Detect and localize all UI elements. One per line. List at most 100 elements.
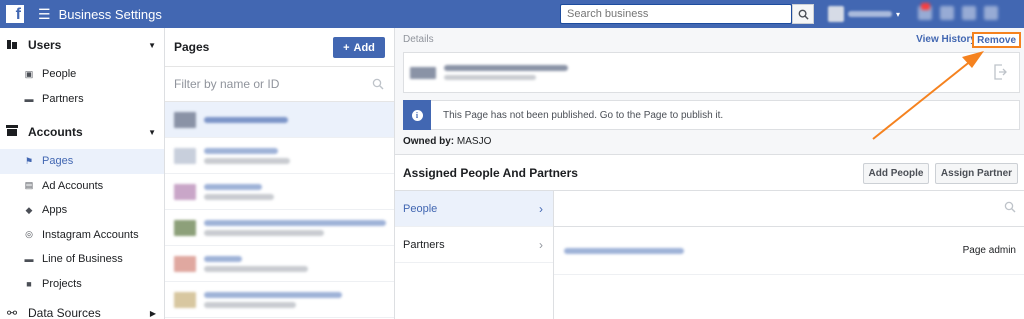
assigned-person-row[interactable]: Page admin (554, 227, 1024, 275)
facebook-logo-icon[interactable]: f (6, 5, 24, 23)
pages-header: Pages + Add (165, 28, 394, 66)
sidebar-item-label: Partners (42, 92, 84, 105)
person-card-icon: ▣ (24, 68, 34, 79)
sidebar-section-label: Accounts (28, 125, 83, 139)
plus-icon: + (343, 41, 350, 54)
sidebar-item-partners[interactable]: ▬ Partners (0, 87, 164, 112)
users-icon (6, 38, 18, 53)
search-icon (798, 9, 809, 20)
owned-by: Owned by: MASJO (403, 136, 491, 147)
tab-label: People (403, 202, 438, 215)
unpublished-notice: i This Page has not been published. Go t… (403, 100, 1020, 130)
sidebar-section-label: Users (28, 38, 62, 52)
assigned-people-section: Assigned People And Partners Add People … (395, 154, 1024, 319)
sidebar-item-line-of-business[interactable]: ▬ Line of Business (0, 247, 164, 272)
sidebar-item-projects[interactable]: ■ Projects (0, 272, 164, 297)
search-icon (1004, 201, 1016, 213)
page-list-item[interactable] (165, 282, 394, 318)
filter-pages-input[interactable]: Filter by name or ID (165, 66, 394, 102)
sidebar-item-label: Apps (42, 204, 68, 217)
tab-label: Partners (403, 238, 445, 251)
page-name-redacted (204, 291, 342, 308)
sidebar-item-apps[interactable]: ◆ Apps (0, 198, 164, 223)
redacted-text (204, 183, 262, 190)
search-business-input[interactable] (560, 4, 792, 24)
line-of-business-icon: ▬ (24, 254, 34, 265)
page-name-redacted (204, 219, 386, 236)
info-icon: i (411, 109, 423, 121)
search-people-input[interactable] (554, 191, 1024, 227)
redacted-text (204, 301, 296, 308)
redacted-text (204, 219, 386, 226)
page-thumbnail (174, 111, 196, 128)
page-thumbnail (174, 183, 196, 200)
menu-icon[interactable]: ☰ (38, 6, 51, 23)
sidebar-item-label: Projects (42, 277, 82, 290)
page-thumbnail (174, 291, 196, 308)
selected-page-card (403, 52, 1020, 93)
assigned-header: Assigned People And Partners Add People … (395, 155, 1024, 191)
person-role: Page admin (962, 245, 1016, 256)
notice-text: This Page has not been published. Go to … (443, 109, 724, 121)
sidebar-item-ad-accounts[interactable]: ▤ Ad Accounts (0, 174, 164, 199)
business-name-redacted (848, 11, 892, 17)
business-account-switcher[interactable]: ▾ (828, 4, 904, 24)
sidebar-item-label: People (42, 68, 77, 81)
flag-icon[interactable] (940, 6, 954, 20)
pages-panel: Pages + Add Filter by name or ID (165, 28, 395, 319)
assigned-title: Assigned People And Partners (403, 165, 578, 180)
owned-by-value: MASJO (456, 136, 492, 147)
sidebar-item-people[interactable]: ▣ People (0, 62, 164, 87)
assign-partner-button[interactable]: Assign Partner (935, 163, 1018, 184)
page-list-item[interactable] (165, 246, 394, 282)
page-list-item[interactable] (165, 174, 394, 210)
redacted-text (444, 65, 568, 71)
details-header: Details View History Remove (395, 28, 1024, 50)
settings-sidebar: Users ▼ ▣ People ▬ Partners Accounts ▼ ⚑… (0, 28, 165, 319)
sidebar-section-data-sources[interactable]: ⚯ Data Sources ▶ (0, 296, 164, 319)
redacted-text (204, 291, 342, 298)
business-avatar (828, 6, 844, 22)
flag-icon: ⚑ (24, 155, 34, 166)
accounts-icon (6, 125, 18, 139)
sidebar-section-accounts[interactable]: Accounts ▼ (0, 115, 164, 149)
add-page-button[interactable]: + Add (333, 37, 385, 58)
page-thumbnail (174, 147, 196, 164)
data-sources-icon: ⚯ (6, 306, 18, 319)
help-icon[interactable] (984, 6, 998, 20)
sidebar-item-label: Ad Accounts (42, 179, 104, 192)
sidebar-item-instagram-accounts[interactable]: ◎ Instagram Accounts (0, 223, 164, 248)
settings-icon[interactable] (962, 6, 976, 20)
sidebar-item-label: Line of Business (42, 253, 123, 266)
sidebar-item-label: Instagram Accounts (42, 228, 139, 241)
page-list-item[interactable] (165, 210, 394, 246)
chevron-down-icon: ▾ (896, 9, 901, 19)
details-title: Details (403, 33, 434, 45)
sidebar-item-label: Pages (42, 155, 74, 168)
folder-icon: ■ (26, 278, 32, 289)
open-page-icon[interactable] (993, 64, 1007, 84)
search-button[interactable] (792, 4, 814, 24)
briefcase-icon: ▬ (24, 93, 34, 104)
view-history-link[interactable]: View History (916, 34, 976, 45)
sidebar-item-pages[interactable]: ⚑ Pages (0, 149, 164, 174)
page-name-redacted (444, 65, 568, 80)
redacted-text (204, 255, 242, 262)
add-people-button[interactable]: Add People (863, 163, 929, 184)
tab-partners[interactable]: Partners › (395, 227, 553, 263)
info-icon-box: i (403, 100, 431, 130)
page-thumbnail (174, 255, 196, 272)
sidebar-section-users[interactable]: Users ▼ (0, 28, 164, 62)
chevron-right-icon: › (539, 201, 543, 216)
page-list-item[interactable] (165, 138, 394, 174)
tab-people[interactable]: People › (395, 191, 553, 227)
remove-page-button[interactable]: Remove (972, 32, 1021, 48)
redacted-text (204, 193, 274, 200)
apps-icon: ◆ (25, 204, 33, 215)
page-thumbnail (410, 66, 436, 79)
redacted-text (204, 116, 288, 123)
page-list-item[interactable] (165, 102, 394, 138)
notifications-icon[interactable] (918, 3, 932, 20)
search-icon (372, 78, 384, 90)
owned-by-label: Owned by: (403, 136, 455, 147)
